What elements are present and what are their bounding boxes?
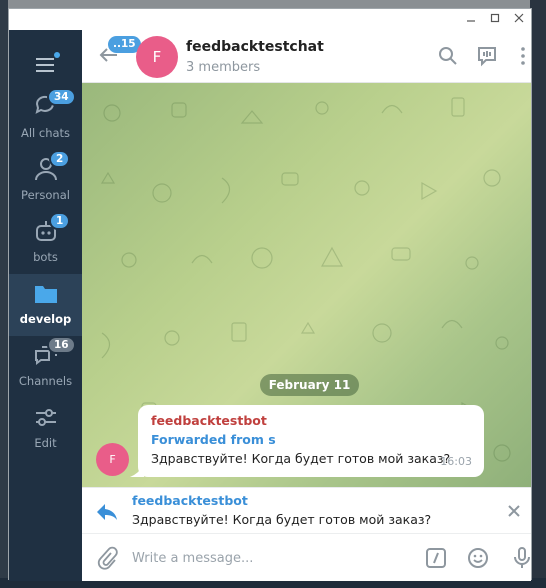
bot-commands-icon[interactable]: [424, 546, 448, 570]
minimize-icon: [467, 20, 475, 22]
desktop-left-edge: [0, 0, 8, 588]
folder-sidebar: 34 All chats 2 Personal 1 bots develop 1…: [9, 30, 82, 581]
telegram-window: 34 All chats 2 Personal 1 bots develop 1…: [8, 8, 532, 581]
microphone-icon[interactable]: [510, 546, 534, 570]
forwarded-from[interactable]: Forwarded from s: [151, 432, 276, 447]
folder-channels[interactable]: 16 Channels: [9, 336, 82, 398]
maximize-button[interactable]: [485, 11, 505, 27]
reply-icon: [97, 504, 117, 520]
unread-dot: [54, 52, 60, 58]
folder-develop[interactable]: develop: [9, 274, 82, 336]
folder-badge: 1: [49, 212, 71, 230]
sender-avatar[interactable]: F: [96, 443, 129, 476]
folder-badge: 34: [47, 88, 76, 106]
reply-preview[interactable]: feedbacktestbot Здравствуйте! Когда буде…: [82, 487, 531, 533]
message-list[interactable]: February 11 F feedbacktestbot Forwarded …: [82, 83, 531, 487]
folder-badge: 2: [49, 150, 71, 168]
reply-text: Здравствуйте! Когда будет готов мой зака…: [132, 512, 432, 527]
message-text: Здравствуйте! Когда будет готов мой зака…: [151, 451, 451, 466]
folder-label: Personal: [21, 188, 70, 202]
desktop-right-edge: [530, 0, 546, 588]
date-separator: February 11: [260, 374, 359, 396]
main-menu-button[interactable]: [31, 50, 60, 78]
folder-label: bots: [33, 250, 58, 264]
chat-header: ..15 F feedbacktestchat 3 members: [82, 30, 531, 83]
message-time: 16:03: [440, 455, 472, 468]
hamburger-icon: [36, 58, 54, 60]
folder-all-chats[interactable]: 34 All chats: [9, 88, 82, 150]
paperclip-icon[interactable]: [96, 546, 118, 570]
reply-sender: feedbacktestbot: [132, 493, 248, 508]
folder-icon: [35, 286, 57, 303]
folder-edit[interactable]: Edit: [9, 398, 82, 460]
close-icon: [514, 13, 524, 23]
message-sender[interactable]: feedbacktestbot: [151, 413, 267, 428]
composer: [82, 533, 531, 581]
message-input[interactable]: [132, 548, 402, 568]
folder-label: All chats: [20, 126, 71, 140]
emoji-icon[interactable]: [466, 546, 490, 570]
folder-badge: 16: [47, 336, 76, 354]
maximize-icon: [490, 13, 500, 23]
more-options-icon[interactable]: [512, 45, 534, 67]
minimize-button[interactable]: [461, 11, 481, 27]
edit-icon: [36, 409, 56, 426]
folder-label: Edit: [34, 436, 57, 450]
member-count: 3 members: [186, 60, 261, 75]
message-bubble[interactable]: feedbacktestbot Forwarded from s Здравст…: [138, 405, 484, 477]
folder-personal[interactable]: 2 Personal: [9, 150, 82, 212]
folder-bots[interactable]: 1 bots: [9, 212, 82, 274]
voice-chat-icon[interactable]: [476, 45, 498, 67]
unread-badge: ..15: [108, 36, 141, 53]
chat-avatar[interactable]: F: [136, 36, 178, 78]
chat-title[interactable]: feedbacktestchat: [186, 39, 324, 55]
folder-label: develop: [19, 312, 72, 326]
close-window-button[interactable]: [509, 11, 529, 27]
close-icon[interactable]: [505, 502, 523, 520]
search-icon[interactable]: [437, 45, 459, 67]
title-bar: [9, 9, 531, 30]
folder-label: Channels: [18, 374, 73, 388]
